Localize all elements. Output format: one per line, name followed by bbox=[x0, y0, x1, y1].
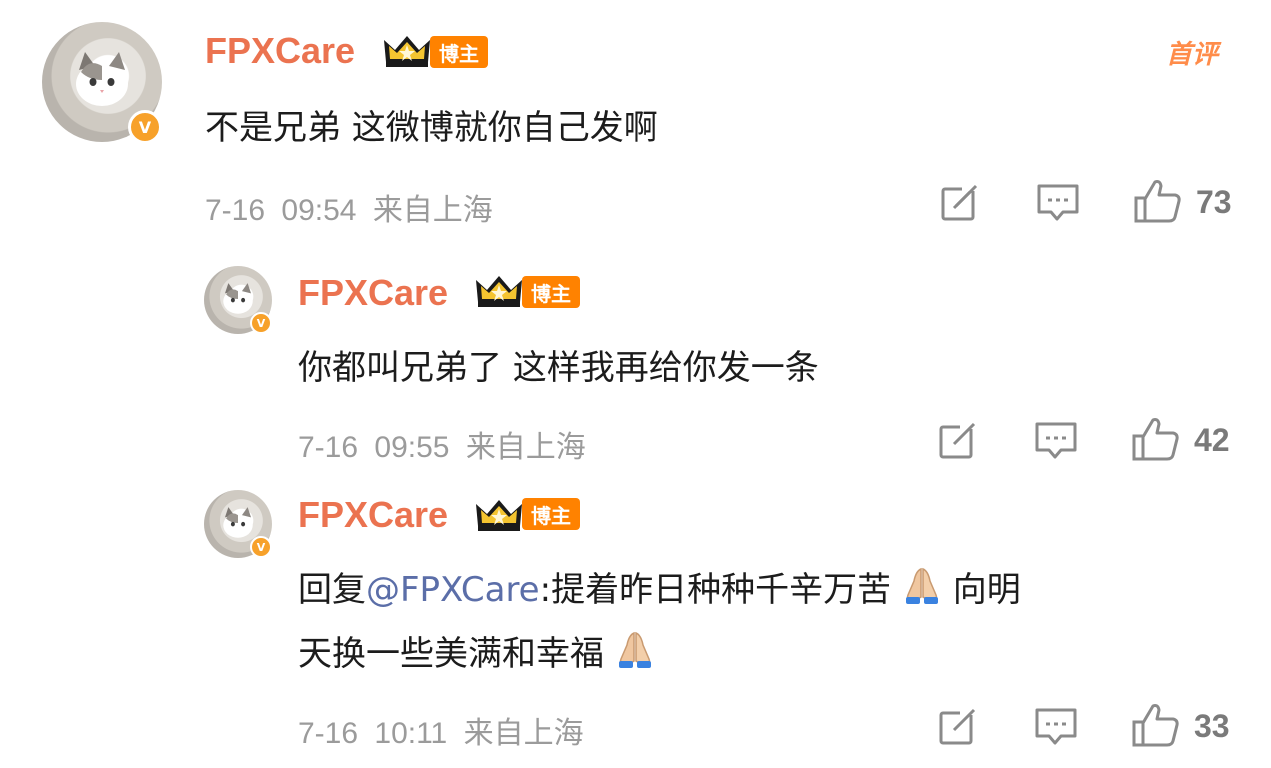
comment-meta: 7-16 09:55 来自上海 bbox=[298, 422, 586, 466]
comment-date: 7-16 bbox=[298, 431, 359, 464]
thumbs-up-icon[interactable] bbox=[1134, 178, 1182, 224]
reply-text-end: 向明 bbox=[952, 570, 1021, 610]
avatar[interactable]: V bbox=[204, 266, 272, 334]
reply-text-line2: 天换一些美满和幸福 bbox=[298, 634, 604, 674]
share-icon[interactable] bbox=[940, 182, 980, 222]
reply-prefix: 回复 bbox=[298, 570, 366, 610]
share-icon[interactable] bbox=[938, 706, 978, 746]
reply-text-part: :提着昨日种种千辛万苦 bbox=[539, 570, 892, 610]
blogger-badge: 博主 bbox=[522, 498, 580, 530]
cat-avatar-image bbox=[223, 282, 253, 314]
comment-time: 10:11 bbox=[374, 717, 448, 750]
comment-location: 来自上海 bbox=[463, 717, 584, 750]
blogger-badge: 博主 bbox=[430, 36, 488, 68]
username[interactable]: FPXCare bbox=[298, 272, 448, 314]
crown-icon bbox=[476, 500, 522, 531]
comment-text: 你都叫兄弟了 这样我再给你发一条 bbox=[298, 348, 819, 388]
comment-date: 7-16 bbox=[298, 717, 359, 750]
thumbs-up-icon[interactable] bbox=[1132, 702, 1180, 748]
comment-meta: 7-16 09:54 来自上海 bbox=[205, 185, 493, 229]
username[interactable]: FPXCare bbox=[205, 30, 355, 72]
comment-item: V FPXCare 博主 不是兄弟 这微博就你自己发啊 7-16 09:54 来… bbox=[0, 0, 1271, 240]
comment-date: 7-16 bbox=[205, 194, 266, 227]
reply-item: V FPXCare 博主 回复@FPXCare:提着昨日种种千辛万苦 向明 天换… bbox=[0, 480, 1271, 768]
mention-link[interactable]: @FPXCare bbox=[366, 570, 540, 610]
verified-v-icon: V bbox=[250, 536, 272, 558]
avatar[interactable]: V bbox=[42, 22, 162, 144]
comment-icon[interactable] bbox=[1034, 706, 1078, 748]
comment-time: 09:54 bbox=[281, 194, 357, 227]
folded-hands-emoji bbox=[618, 631, 651, 668]
crown-icon bbox=[384, 36, 430, 67]
comment-icon[interactable] bbox=[1036, 182, 1080, 224]
verified-v-icon: V bbox=[250, 312, 272, 334]
comment-location: 来自上海 bbox=[465, 431, 586, 464]
share-icon[interactable] bbox=[938, 420, 978, 460]
comment-text-line2: 天换一些美满和幸福 bbox=[298, 626, 655, 675]
avatar[interactable]: V bbox=[204, 490, 272, 558]
like-count: 73 bbox=[1196, 184, 1232, 220]
thumbs-up-icon[interactable] bbox=[1132, 416, 1180, 462]
comment-location: 来自上海 bbox=[372, 194, 493, 227]
username[interactable]: FPXCare bbox=[298, 494, 448, 536]
cat-avatar-image bbox=[223, 506, 253, 538]
like-count: 42 bbox=[1194, 422, 1230, 458]
comment-text-line1: 回复@FPXCare:提着昨日种种千辛万苦 向明 bbox=[298, 562, 1021, 611]
like-count: 33 bbox=[1194, 708, 1230, 744]
verified-v-icon: V bbox=[128, 110, 162, 144]
comment-time: 09:55 bbox=[374, 431, 450, 464]
comment-icon[interactable] bbox=[1034, 420, 1078, 462]
reply-item: V FPXCare 博主 你都叫兄弟了 这样我再给你发一条 7-16 09:55… bbox=[0, 240, 1271, 480]
comment-meta: 7-16 10:11 来自上海 bbox=[298, 708, 584, 752]
cat-avatar-image bbox=[76, 51, 128, 106]
crown-icon bbox=[476, 276, 522, 307]
comment-text: 不是兄弟 这微博就你自己发啊 bbox=[205, 108, 658, 148]
blogger-badge: 博主 bbox=[522, 276, 580, 308]
folded-hands-emoji bbox=[905, 567, 938, 604]
